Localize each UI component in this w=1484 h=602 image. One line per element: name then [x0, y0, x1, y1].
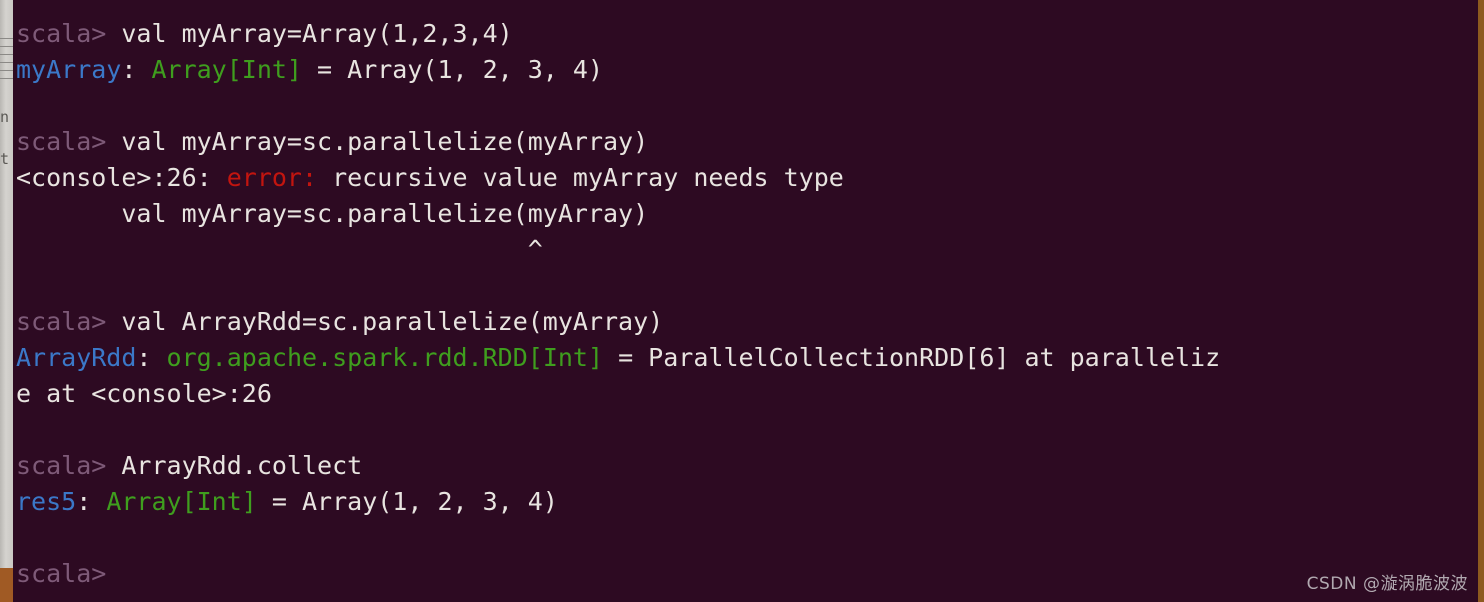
shell-prompt-active: scala>	[16, 559, 107, 588]
edge-partial-glyph-bottom: t	[0, 152, 10, 167]
terminal-line-out-2: <console>:26: error: recursive value myA…	[13, 160, 1478, 196]
command-text: val myArray=sc.parallelize(myArray)	[121, 127, 649, 156]
result-value: = Array(1, 2, 3, 4)	[256, 487, 558, 516]
shell-prompt: scala>	[16, 451, 122, 480]
terminal-line-out-3: val myArray=sc.parallelize(myArray)	[16, 199, 649, 228]
terminal-line-cmd-4: scala> ArrayRdd.collect	[13, 448, 1478, 484]
terminal-line-out-6-wrap: e at <console>:26	[16, 379, 272, 408]
terminal-line-blank-1	[13, 88, 1478, 124]
result-colon: :	[136, 343, 167, 372]
result-type: Array[Int]	[106, 487, 257, 516]
terminal-line-cmd-5-active[interactable]: scala>	[13, 556, 1478, 592]
terminal-line-out-7: res5: Array[Int] = Array(1, 2, 3, 4)	[13, 484, 1478, 520]
result-value: = Array(1, 2, 3, 4)	[301, 55, 604, 84]
result-value: = ParallelCollectionRDD[6] at paralleliz	[603, 343, 1221, 372]
error-message: recursive value myArray needs type	[317, 163, 844, 192]
edge-partial-glyph-top: n	[0, 110, 10, 125]
result-identifier: myArray	[16, 55, 122, 84]
terminal-output-area[interactable]: scala> val myArray=Array(1,2,3,4) myArra…	[13, 0, 1478, 602]
shell-prompt: scala>	[16, 127, 122, 156]
edge-menu-lines-icon	[0, 38, 13, 90]
error-location: <console>:26:	[16, 163, 227, 192]
result-identifier: ArrayRdd	[16, 343, 137, 372]
terminal-line-out-1: myArray: Array[Int] = Array(1, 2, 3, 4)	[13, 52, 1478, 88]
terminal-line-blank-2	[13, 268, 1478, 304]
result-colon: :	[121, 55, 152, 84]
terminal-line-cmd-3: scala> val ArrayRdd=sc.parallelize(myArr…	[13, 304, 1478, 340]
terminal-line-cmd-2: scala> val myArray=sc.parallelize(myArra…	[13, 124, 1478, 160]
result-identifier: res5	[16, 487, 77, 516]
terminal-line-out-4-caret: ^	[16, 235, 543, 264]
terminal-line-cmd-1: scala> val myArray=Array(1,2,3,4)	[13, 16, 1478, 52]
terminal-line-blank-3	[13, 412, 1478, 448]
left-window-edge-strip[interactable]: n t	[0, 0, 13, 568]
right-window-border	[1478, 0, 1484, 602]
terminal-window: n t scala> val myArray=Array(1,2,3,4) my…	[0, 0, 1484, 602]
command-text: ArrayRdd.collect	[121, 451, 363, 480]
command-text: val ArrayRdd=sc.parallelize(myArray)	[121, 307, 664, 336]
shell-prompt: scala>	[16, 19, 122, 48]
result-type: org.apache.spark.rdd.RDD[Int]	[166, 343, 604, 372]
csdn-watermark: CSDN @漩涡脆波波	[1306, 574, 1468, 594]
shell-prompt: scala>	[16, 307, 122, 336]
command-text: val myArray=Array(1,2,3,4)	[121, 19, 513, 48]
error-label: error:	[226, 163, 318, 192]
terminal-line-out-5: ArrayRdd: org.apache.spark.rdd.RDD[Int] …	[13, 340, 1478, 376]
result-type: Array[Int]	[151, 55, 302, 84]
left-window-border-bottom	[0, 568, 13, 602]
result-colon: :	[76, 487, 107, 516]
terminal-line-blank-4	[13, 520, 1478, 556]
